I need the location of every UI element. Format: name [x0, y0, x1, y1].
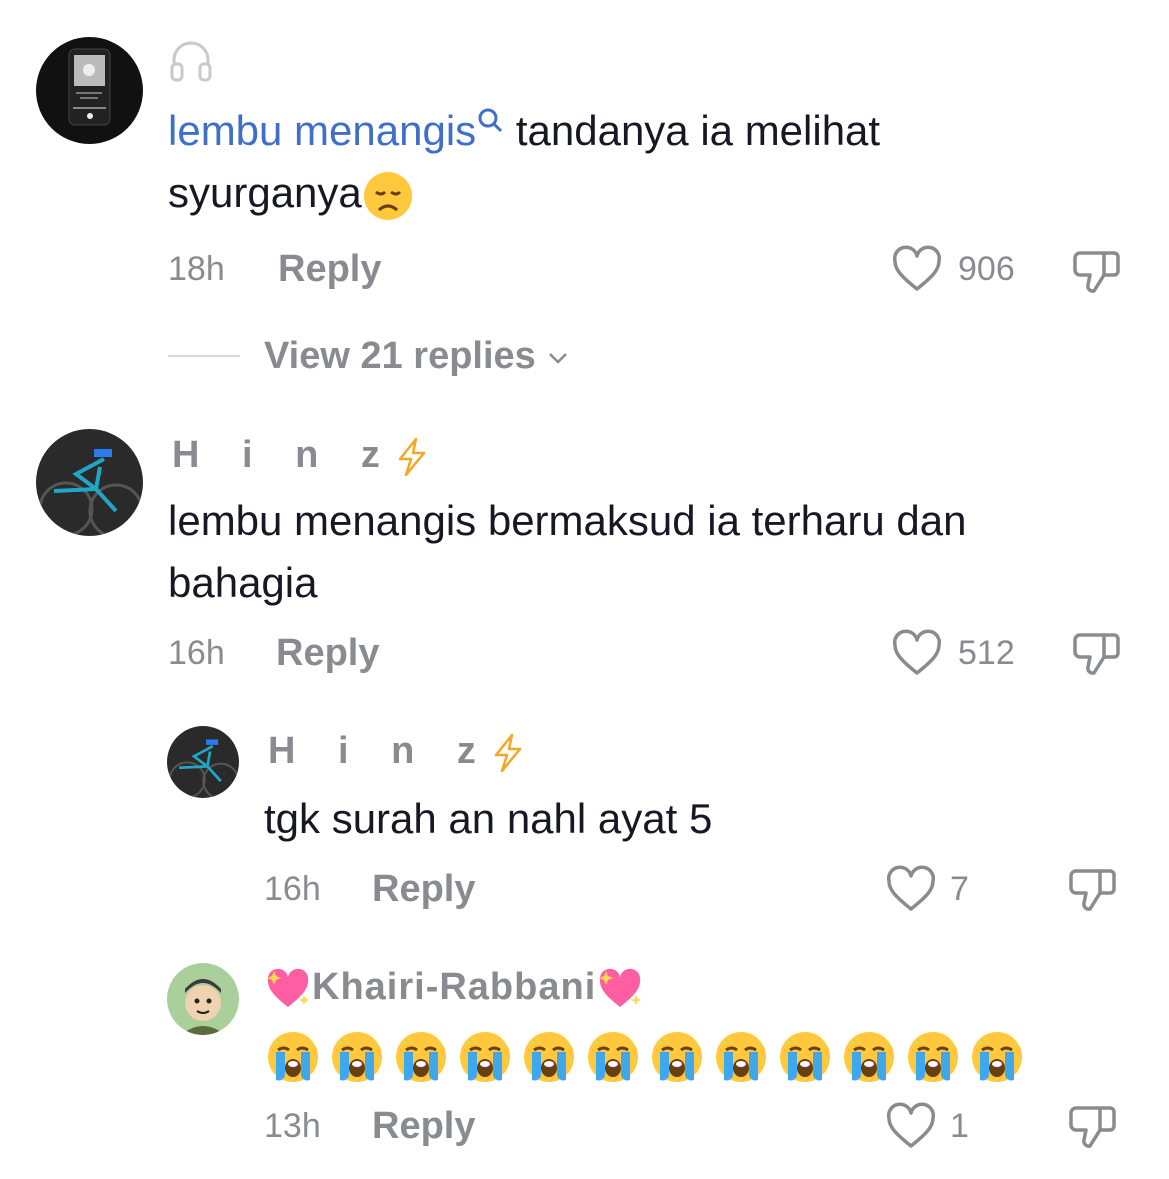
username-label[interactable]: Khairi-Rabbani: [312, 966, 596, 1008]
loudly-crying-face-emoji: [458, 1030, 512, 1086]
loudly-crying-face-emoji: [906, 1030, 960, 1086]
reply-button[interactable]: Reply: [372, 1105, 475, 1148]
like-count: 7: [950, 870, 969, 908]
loudly-crying-face-emoji: [394, 1030, 448, 1086]
reply-text: tgk surah an nahl ayat 5: [264, 795, 713, 842]
comment-text-rest: tandanya ia melihat: [504, 107, 881, 154]
reply-time: 13h: [264, 1107, 321, 1145]
search-link[interactable]: lembu menangis: [168, 107, 476, 154]
loudly-crying-face-emoji: [778, 1030, 832, 1086]
loudly-crying-face-emoji: [714, 1030, 768, 1086]
reply-time: 16h: [264, 870, 321, 908]
comment-text-line1: lembu menangis bermaksud ia terharu dan: [168, 497, 967, 544]
like-count: 906: [958, 250, 1015, 288]
avatar[interactable]: [36, 429, 143, 536]
sparkling-heart-emoji: [264, 965, 312, 1013]
like-count: 512: [958, 634, 1015, 672]
comment-text-line2: syurganya: [168, 169, 362, 216]
loudly-crying-face-emoji: [330, 1030, 384, 1086]
like-count: 1: [950, 1107, 969, 1145]
dislike-icon[interactable]: [1066, 863, 1118, 915]
username[interactable]: H i n z: [268, 730, 524, 773]
comment-time: 18h: [168, 250, 225, 288]
dislike-icon[interactable]: [1066, 1100, 1118, 1152]
sparkling-heart-emoji: [596, 965, 644, 1013]
avatar[interactable]: [36, 37, 143, 144]
avatar[interactable]: [167, 963, 239, 1035]
reply-button[interactable]: Reply: [276, 632, 379, 675]
view-replies-label[interactable]: View 21 replies: [264, 335, 536, 377]
dislike-icon[interactable]: [1070, 627, 1122, 679]
disappointed-face-emoji: [362, 170, 414, 222]
username-label[interactable]: H i n z: [172, 434, 396, 476]
loudly-crying-face-emoji: [970, 1030, 1024, 1086]
reply-emoji-row: [266, 1030, 1026, 1086]
reply-button[interactable]: Reply: [372, 868, 475, 911]
loudly-crying-face-emoji: [266, 1030, 320, 1086]
loudly-crying-face-emoji: [842, 1030, 896, 1086]
avatar[interactable]: [167, 726, 239, 798]
divider: [168, 355, 240, 357]
heart-outline-icon[interactable]: [886, 1102, 936, 1152]
lightning-icon: [396, 437, 428, 477]
comment-time: 16h: [168, 634, 225, 672]
search-icon[interactable]: [476, 106, 504, 134]
heart-outline-icon[interactable]: [886, 865, 936, 915]
headphones-icon: [168, 38, 214, 84]
lightning-icon: [492, 733, 524, 773]
chevron-down-icon[interactable]: [546, 346, 570, 370]
dislike-icon[interactable]: [1070, 245, 1122, 297]
heart-outline-icon[interactable]: [892, 245, 942, 295]
loudly-crying-face-emoji: [586, 1030, 640, 1086]
username[interactable]: Khairi-Rabbani: [264, 965, 644, 1013]
view-replies-button[interactable]: View 21 replies: [264, 335, 570, 378]
comment-text-line2: bahagia: [168, 559, 318, 606]
username[interactable]: H i n z: [172, 434, 428, 477]
comment-text: lembu menangis tandanya ia melihat syurg…: [168, 100, 1128, 224]
loudly-crying-face-emoji: [650, 1030, 704, 1086]
loudly-crying-face-emoji: [522, 1030, 576, 1086]
heart-outline-icon[interactable]: [892, 629, 942, 679]
comment-text: lembu menangis bermaksud ia terharu dan …: [168, 490, 1128, 614]
username-label[interactable]: H i n z: [268, 730, 492, 772]
reply-button[interactable]: Reply: [278, 248, 381, 291]
